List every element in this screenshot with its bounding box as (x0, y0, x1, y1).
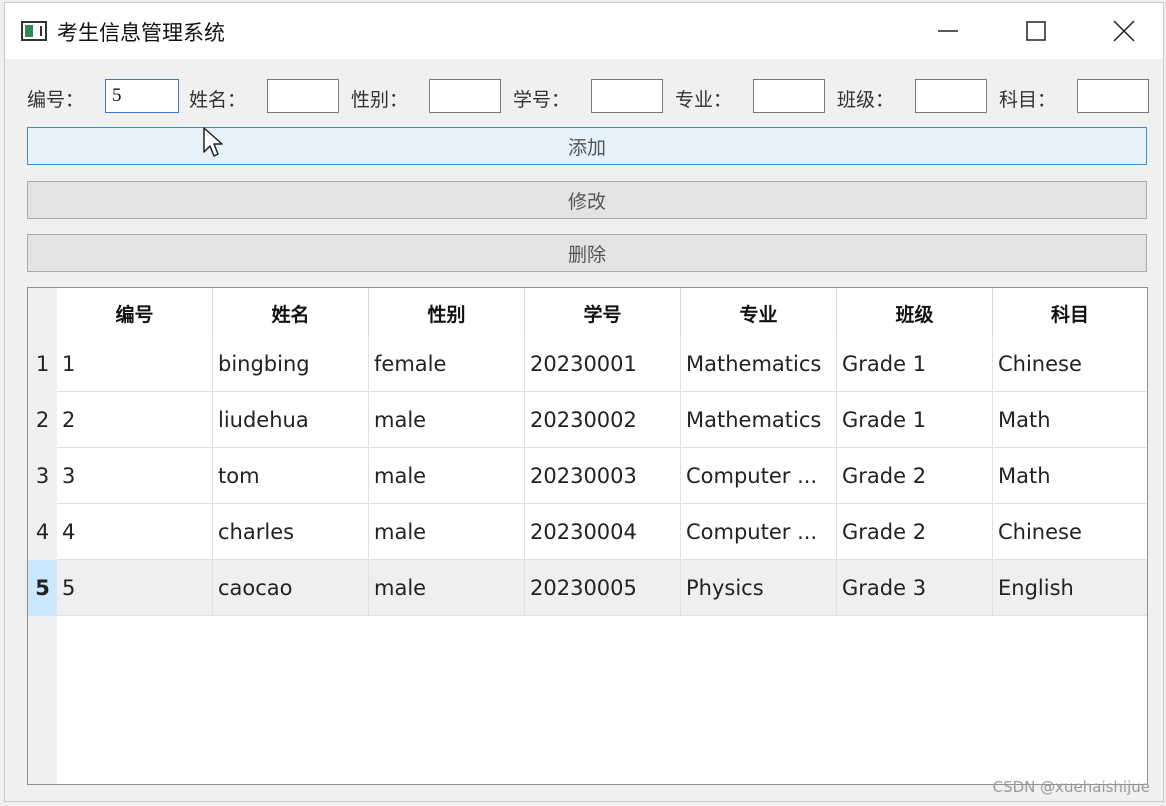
table-cell[interactable]: male (369, 560, 525, 616)
table-cell[interactable]: Mathematics (681, 336, 837, 392)
label-gender: 性别： (351, 89, 409, 111)
row-number[interactable]: 1 (28, 336, 57, 392)
table-cell[interactable]: 5 (57, 560, 213, 616)
label-class: 班级： (837, 89, 895, 111)
row-number[interactable]: 2 (28, 392, 57, 448)
mouse-cursor-icon (203, 127, 223, 157)
table-cell[interactable]: liudehua (213, 392, 369, 448)
col-header-class[interactable]: 班级 (837, 288, 993, 338)
name-input[interactable] (267, 79, 339, 113)
col-header-gender[interactable]: 性别 (369, 288, 525, 338)
student-table[interactable]: 编号 姓名 性别 学号 专业 班级 科目 1 1 bingbing female… (27, 287, 1148, 785)
table-cell[interactable]: 20230004 (525, 504, 681, 560)
table-cell[interactable]: caocao (213, 560, 369, 616)
label-student-no: 学号： (513, 89, 571, 111)
maximize-icon[interactable] (1013, 13, 1059, 49)
col-header-name[interactable]: 姓名 (213, 288, 369, 338)
table-cell[interactable]: 20230005 (525, 560, 681, 616)
minimize-icon[interactable] (925, 13, 971, 49)
table-cell[interactable]: Computer ... (681, 448, 837, 504)
label-id: 编号： (27, 89, 85, 111)
table-cell[interactable]: Grade 1 (837, 392, 993, 448)
table-cell[interactable]: charles (213, 504, 369, 560)
col-header-subject[interactable]: 科目 (993, 288, 1147, 338)
table-cell[interactable]: Grade 1 (837, 336, 993, 392)
table-cell[interactable]: Grade 2 (837, 504, 993, 560)
row-number[interactable]: 5 (28, 560, 57, 616)
table-cell[interactable]: Mathematics (681, 392, 837, 448)
table-cell[interactable]: Math (993, 448, 1147, 504)
label-subject: 科目： (999, 89, 1057, 111)
major-input[interactable] (753, 79, 825, 113)
watermark: CSDN @xuehaishijue (992, 778, 1150, 796)
table-cell[interactable]: 20230001 (525, 336, 681, 392)
app-window: 考生信息管理系统 编号： 姓名： 性别： 学号： 专业： 班级： 科目： 添加 … (4, 2, 1164, 802)
input-form: 编号： 姓名： 性别： 学号： 专业： 班级： 科目： (27, 79, 1157, 115)
table-cell[interactable]: bingbing (213, 336, 369, 392)
student-no-input[interactable] (591, 79, 663, 113)
table-cell[interactable]: tom (213, 448, 369, 504)
table-cell[interactable]: Physics (681, 560, 837, 616)
table-cell[interactable]: 20230002 (525, 392, 681, 448)
table-cell[interactable]: Grade 3 (837, 560, 993, 616)
table-cell[interactable]: Chinese (993, 336, 1147, 392)
table-cell[interactable]: Computer ... (681, 504, 837, 560)
table-cell[interactable]: Chinese (993, 504, 1147, 560)
table-cell[interactable]: 3 (57, 448, 213, 504)
col-header-student-no[interactable]: 学号 (525, 288, 681, 338)
label-major: 专业： (675, 89, 733, 111)
table-cell[interactable]: English (993, 560, 1147, 616)
delete-button[interactable]: 删除 (27, 234, 1147, 272)
modify-button[interactable]: 修改 (27, 181, 1147, 219)
table-cell[interactable]: male (369, 392, 525, 448)
col-header-major[interactable]: 专业 (681, 288, 837, 338)
id-input[interactable] (105, 79, 179, 113)
table-cell[interactable]: 2 (57, 392, 213, 448)
table-cell[interactable]: Math (993, 392, 1147, 448)
label-name: 姓名： (189, 89, 247, 111)
table-cell[interactable]: Grade 2 (837, 448, 993, 504)
subject-input[interactable] (1077, 79, 1149, 113)
add-button[interactable]: 添加 (27, 127, 1147, 165)
row-number[interactable]: 3 (28, 448, 57, 504)
col-header-id[interactable]: 编号 (57, 288, 213, 338)
table-cell[interactable]: female (369, 336, 525, 392)
app-icon (21, 21, 47, 41)
table-cell[interactable]: 4 (57, 504, 213, 560)
close-icon[interactable] (1101, 13, 1147, 49)
window-title: 考生信息管理系统 (57, 21, 225, 45)
table-cell[interactable]: male (369, 448, 525, 504)
table-cell[interactable]: male (369, 504, 525, 560)
class-input[interactable] (915, 79, 987, 113)
table-cell[interactable]: 20230003 (525, 448, 681, 504)
table-cell[interactable]: 1 (57, 336, 213, 392)
row-number[interactable]: 4 (28, 504, 57, 560)
gender-input[interactable] (429, 79, 501, 113)
title-bar[interactable]: 考生信息管理系统 (5, 3, 1163, 59)
